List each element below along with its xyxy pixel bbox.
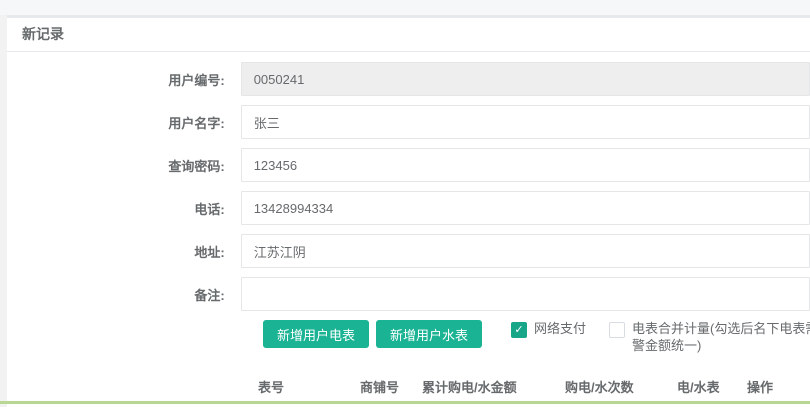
meter-merge-checkbox-group: 电表合并计量(勾选后名下电表需将报警金额统一) xyxy=(609,320,810,354)
remarks-label: 备注: xyxy=(7,285,225,304)
form-row-query-password: 查询密码: xyxy=(7,148,810,182)
column-header-total-purchase-amount: 累计购电/水金额 xyxy=(422,377,565,396)
form-row-user-name: 用户名字: xyxy=(7,105,810,139)
meter-merge-label: 电表合并计量(勾选后名下电表需将报警金额统一) xyxy=(632,320,810,354)
user-name-field[interactable] xyxy=(241,105,810,139)
column-header-purchase-count: 购电/水次数 xyxy=(565,377,677,396)
column-header-actions: 操作 xyxy=(747,377,810,396)
address-field[interactable] xyxy=(241,234,810,268)
user-id-field xyxy=(241,62,810,96)
network-payment-label: 网络支付 xyxy=(534,320,586,337)
user-name-label: 用户名字: xyxy=(7,113,225,132)
form-row-remarks: 备注: xyxy=(7,277,810,311)
form-row-user-id: 用户编号: xyxy=(7,62,810,96)
page-background-strip xyxy=(0,0,810,15)
bottom-divider-line xyxy=(0,401,810,404)
user-id-label: 用户编号: xyxy=(7,70,225,89)
meter-table: 表号 商铺号 累计购电/水金额 购电/水次数 电/水表 操作 xyxy=(255,377,810,401)
query-password-field[interactable] xyxy=(241,148,810,182)
column-header-meter-type: 电/水表 xyxy=(677,377,747,396)
query-password-label: 查询密码: xyxy=(7,156,225,175)
check-icon: ✓ xyxy=(514,324,523,336)
add-electric-meter-button[interactable]: 新增用户电表 xyxy=(263,320,369,348)
new-record-form: 用户编号: 用户名字: 查询密码: 电话: 地址: 备注: xyxy=(7,52,810,401)
form-row-phone: 电话: xyxy=(7,191,810,225)
remarks-field[interactable] xyxy=(241,277,810,311)
phone-label: 电话: xyxy=(7,199,225,218)
column-header-shop-no: 商铺号 xyxy=(360,377,422,396)
action-row: 新增用户电表 新增用户水表 ✓ 网络支付 电表合并计量(勾选后名下电表需将报警金… xyxy=(263,320,810,364)
meter-table-header-row: 表号 商铺号 累计购电/水金额 购电/水次数 电/水表 操作 xyxy=(255,377,810,401)
address-label: 地址: xyxy=(7,242,225,261)
add-water-meter-button[interactable]: 新增用户水表 xyxy=(376,320,482,348)
meter-merge-checkbox[interactable] xyxy=(609,322,625,338)
form-row-address: 地址: xyxy=(7,234,810,268)
panel-title: 新记录 xyxy=(7,18,810,52)
column-header-meter-no: 表号 xyxy=(258,377,360,396)
phone-field[interactable] xyxy=(241,191,810,225)
network-payment-checkbox-group: ✓ 网络支付 xyxy=(511,320,586,338)
network-payment-checkbox[interactable]: ✓ xyxy=(511,322,527,338)
new-record-panel: 新记录 用户编号: 用户名字: 查询密码: 电话: 地址: xyxy=(7,15,810,401)
page-left-gutter xyxy=(0,15,7,407)
page: 新记录 用户编号: 用户名字: 查询密码: 电话: 地址: xyxy=(0,0,810,407)
